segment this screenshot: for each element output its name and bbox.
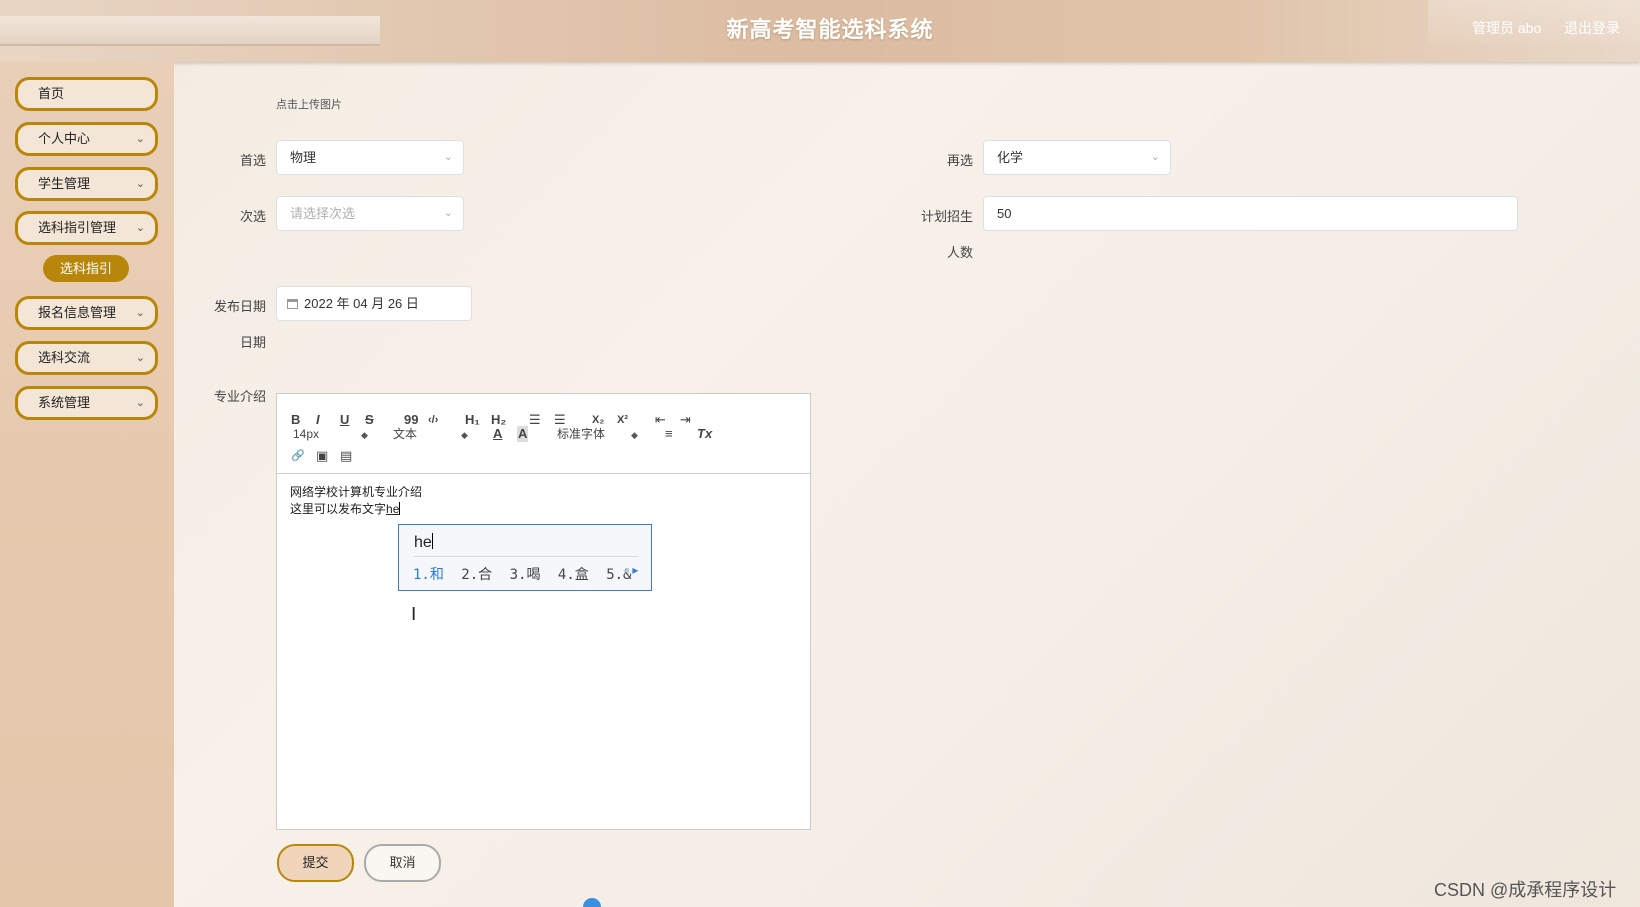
plan-enroll-value: 50 [997, 206, 1012, 221]
publish-date-picker[interactable]: 2022 年 04 月 26 日 [276, 286, 472, 321]
app-title: 新高考智能选科系统 [726, 17, 934, 42]
ime-candidate-window: he 1.和 2.合 3.喝 4.盒 5.& ◂ ▸ [398, 524, 652, 591]
editor-toolbar: B I U S 99 ‹/› H₁ H₂ ☰ ☰ X₂ X² ⇤ ⇥ 14px … [277, 394, 810, 474]
indent-button[interactable]: ⇥ [680, 412, 691, 428]
chevron-down-icon: ⌄ [135, 222, 145, 234]
editor-content[interactable]: 网络学校计算机专业介绍 这里可以发布文字he [290, 484, 422, 518]
align-button[interactable]: ≡ [665, 426, 673, 442]
plan-enroll-label: 计划招生 [920, 209, 973, 224]
plan-enroll-label-line2: 人数 [946, 245, 973, 260]
chevron-down-icon: ⌄ [135, 178, 145, 190]
header-bar: 新高考智能选科系统 管理员 abo 退出登录 [0, 0, 1640, 62]
link-button[interactable]: 🔗 [291, 448, 305, 464]
sidebar-item-label: 学生管理 [38, 176, 91, 191]
current-user: 管理员 abo [1472, 20, 1542, 36]
second-choice-select[interactable]: 请选择次选 ⌄ [276, 196, 464, 231]
sidebar-item-student-management[interactable]: 学生管理 ⌄ [15, 167, 158, 201]
text-caret [431, 533, 433, 549]
chevron-down-icon: ⌄ [1150, 151, 1160, 163]
submit-button[interactable]: 提交 [277, 844, 354, 882]
sidebar-item-registration-management[interactable]: 报名信息管理 ⌄ [15, 296, 158, 330]
re-choice-value: 化学 [997, 150, 1024, 165]
content-text: 这里可以发布文字 [290, 502, 387, 516]
plan-enroll-input[interactable]: 50 [983, 196, 1518, 231]
font-family-picker[interactable]: 标准字体 ◆ [557, 426, 639, 442]
chevron-down-icon: ⌄ [135, 133, 145, 145]
ime-composition-text: he [414, 534, 432, 551]
sidebar-item-label: 选科交流 [38, 350, 91, 365]
text-caret [399, 502, 401, 515]
ordered-list-button[interactable]: ☰ [529, 412, 541, 428]
ime-candidate[interactable]: 1.和 [413, 567, 444, 583]
background-color-button[interactable]: A [517, 426, 529, 442]
up-down-icon: ◆ [631, 430, 638, 440]
sidebar-item-exchange[interactable]: 选科交流 ⌄ [15, 341, 158, 375]
sidebar-item-label: 首页 [38, 86, 65, 101]
chevron-down-icon: ⌄ [443, 151, 453, 163]
ibeam-cursor-icon: I [411, 604, 417, 625]
clear-format-button[interactable]: Tx [697, 426, 712, 442]
first-choice-label: 首选 [239, 153, 266, 168]
ime-pager: ◂ ▸ [623, 563, 638, 577]
chevron-down-icon: ⌄ [135, 307, 145, 319]
composition-text: he [386, 502, 400, 516]
sidebar-item-guide-management[interactable]: 选科指引管理 ⌄ [15, 211, 158, 245]
content-line: 这里可以发布文字he [290, 501, 422, 518]
up-down-icon: ◆ [361, 430, 368, 440]
first-choice-value: 物理 [290, 150, 317, 165]
chevron-down-icon: ⌄ [443, 207, 453, 219]
sidebar-subitem-guide[interactable]: 选科指引 [43, 255, 129, 282]
ime-candidate[interactable]: 3.喝 [510, 567, 541, 583]
font-size-value: 14px [293, 427, 320, 441]
ime-prev-icon[interactable]: ◂ [623, 563, 629, 577]
intro-label: 专业介绍 [213, 389, 266, 404]
calendar-icon [287, 299, 298, 309]
sidebar-item-label: 选科指引管理 [38, 220, 117, 235]
second-choice-label: 次选 [239, 209, 266, 224]
second-choice-placeholder: 请选择次选 [290, 206, 356, 221]
first-choice-select[interactable]: 物理 ⌄ [276, 140, 464, 175]
font-size-picker[interactable]: 14px ◆ [293, 426, 373, 442]
sidebar-item-label: 报名信息管理 [38, 305, 117, 320]
scroll-indicator-icon [583, 898, 601, 907]
ime-candidate[interactable]: 2.合 [461, 567, 492, 583]
video-button[interactable]: ▤ [340, 448, 352, 464]
publish-date-value: 2022 年 04 月 26 日 [304, 296, 419, 311]
rich-text-editor: B I U S 99 ‹/› H₁ H₂ ☰ ☰ X₂ X² ⇤ ⇥ 14px … [276, 393, 811, 830]
ime-composition: he [414, 533, 638, 557]
sidebar-item-label: 系统管理 [38, 395, 91, 410]
chevron-down-icon: ⌄ [135, 397, 145, 409]
logout-link[interactable]: 退出登录 [1564, 18, 1620, 38]
publish-date-label: 发布日期 [213, 299, 266, 314]
block-type-picker[interactable]: 文本 ◆ [393, 426, 473, 442]
watermark: CSDN @成承程序设计 [1434, 880, 1617, 900]
re-choice-select[interactable]: 化学 ⌄ [983, 140, 1171, 175]
re-choice-label: 再选 [946, 153, 973, 168]
ime-candidates: 1.和 2.合 3.喝 4.盒 5.& [413, 564, 640, 584]
ime-next-icon[interactable]: ▸ [632, 563, 638, 577]
sidebar-item-home[interactable]: 首页 [15, 77, 158, 111]
font-color-button[interactable]: A [493, 426, 502, 442]
content-line: 网络学校计算机专业介绍 [290, 485, 423, 499]
sidebar-item-system-management[interactable]: 系统管理 ⌄ [15, 386, 158, 420]
publish-date-label-line2: 日期 [239, 335, 266, 350]
ime-candidate[interactable]: 4.盒 [558, 567, 589, 583]
image-button[interactable]: ▣ [316, 448, 328, 464]
block-type-value: 文本 [393, 427, 418, 441]
sidebar-item-label: 个人中心 [38, 131, 91, 146]
cancel-button[interactable]: 取消 [364, 844, 441, 882]
font-family-value: 标准字体 [557, 427, 606, 441]
sidebar-item-personal-center[interactable]: 个人中心 ⌄ [15, 122, 158, 156]
chevron-down-icon: ⌄ [135, 352, 145, 364]
upload-image-link[interactable]: 点击上传图片 [276, 96, 342, 112]
up-down-icon: ◆ [461, 430, 468, 440]
